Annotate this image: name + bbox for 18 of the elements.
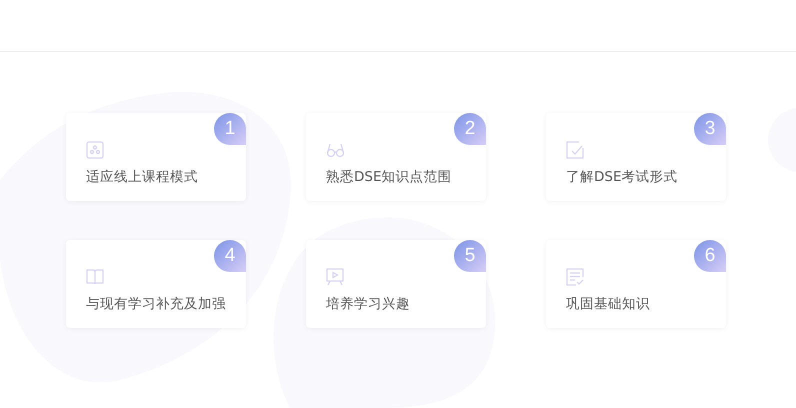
feature-label: 了解DSE考试形式 [566,168,678,186]
feature-label: 适应线上课程模式 [86,168,199,186]
feature-label: 巩固基础知识 [566,295,651,313]
book-icon [86,268,104,286]
checkbox-icon [566,141,584,159]
number-badge: 1 [214,113,246,145]
dice-icon [86,141,104,159]
number-badge: 2 [454,113,486,145]
feature-label: 熟悉DSE知识点范围 [326,168,452,186]
feature-label: 培养学习兴趣 [326,295,411,313]
presentation-board-icon [326,268,344,286]
glasses-icon [326,141,344,159]
number-badge: 5 [454,240,486,272]
number-badge: 3 [694,113,726,145]
document-icon [566,268,584,286]
number-badge: 6 [694,240,726,272]
feature-label: 与现有学习补充及加强 [86,295,227,313]
number-badge: 4 [214,240,246,272]
